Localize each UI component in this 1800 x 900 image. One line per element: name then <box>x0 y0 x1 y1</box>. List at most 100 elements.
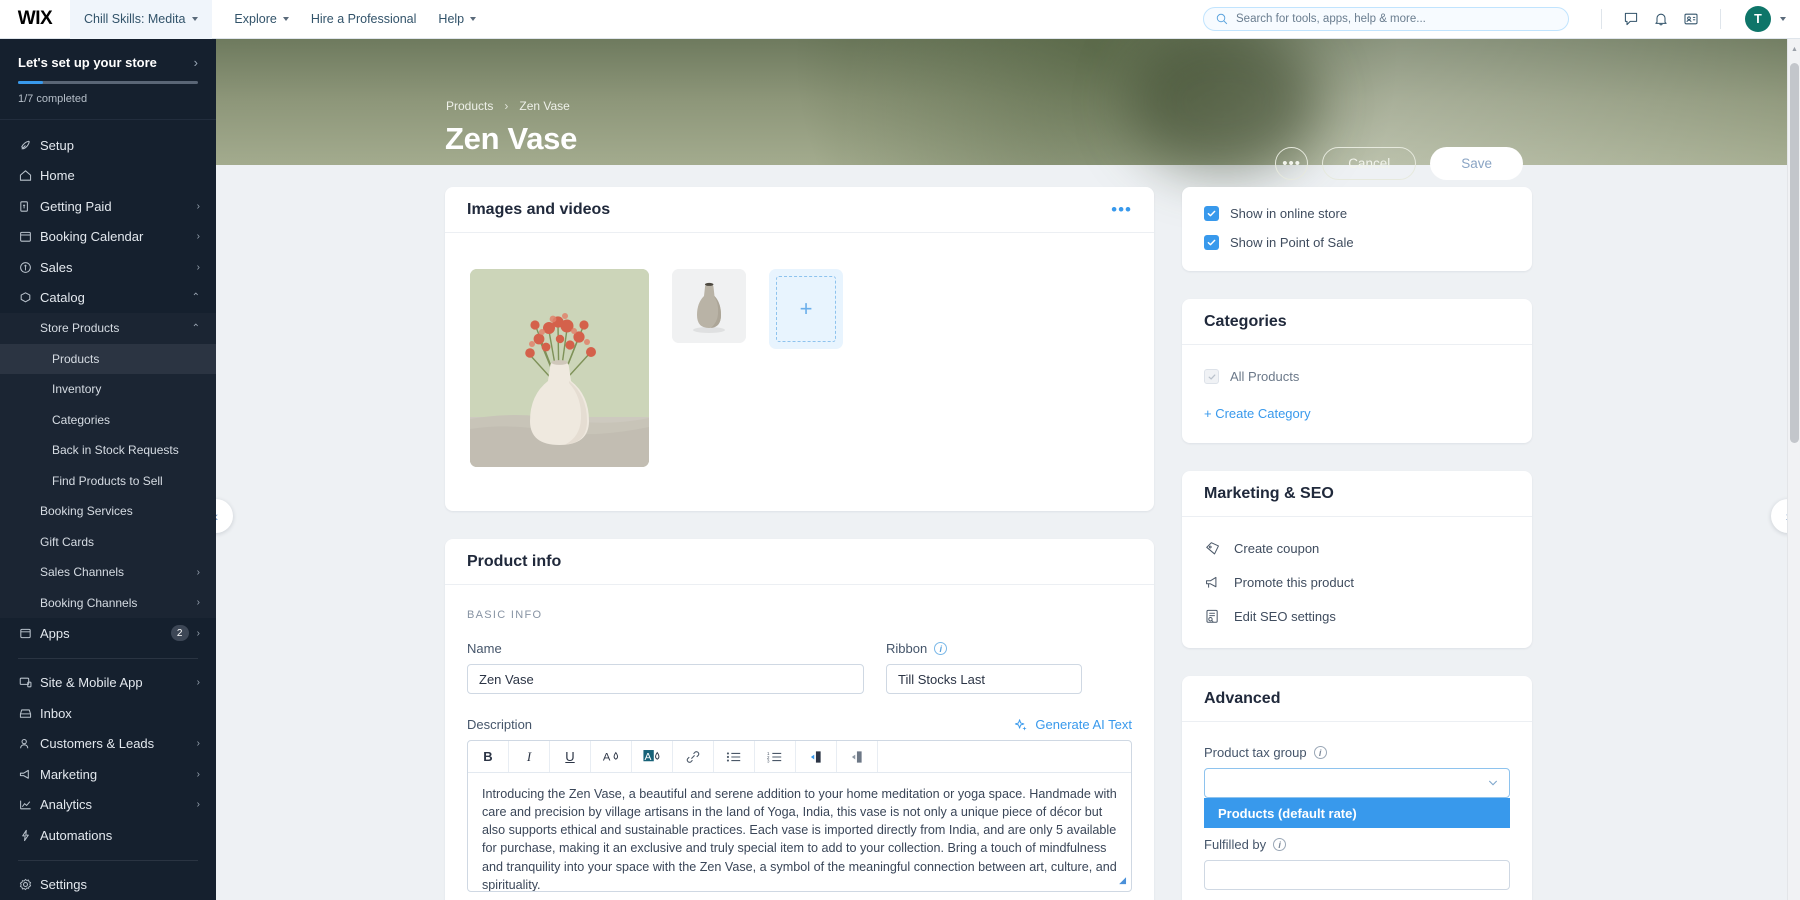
check-icon <box>1208 373 1215 380</box>
media-item-vase-with-flowers[interactable] <box>470 269 649 467</box>
sidebar-item-automations[interactable]: Automations <box>0 820 216 851</box>
edit-seo-settings-action[interactable]: Edit SEO settings <box>1204 608 1510 625</box>
align-left-icon[interactable] <box>796 741 837 772</box>
sidebar-item-getting-paid[interactable]: Getting Paid › <box>0 191 216 222</box>
sidebar-item-products[interactable]: Products <box>0 343 216 374</box>
sidebar-item-analytics[interactable]: Analytics › <box>0 790 216 821</box>
info-icon[interactable]: i <box>1273 838 1287 851</box>
sidebar-item-categories[interactable]: Categories <box>0 404 216 435</box>
fulfilled-by-label: Fulfilled by i <box>1204 837 1510 852</box>
sidebar-item-booking-services[interactable]: Booking Services <box>0 496 216 527</box>
create-coupon-action[interactable]: Create coupon <box>1204 540 1510 557</box>
next-product-button[interactable]: › <box>1771 499 1788 533</box>
setup-progress-block[interactable]: Let's set up your store › 1/7 completed <box>0 39 216 120</box>
sidebar-item-sales-channels[interactable]: Sales Channels › <box>0 557 216 588</box>
bullet-list-icon[interactable] <box>714 741 755 772</box>
media-row: + <box>467 255 1132 489</box>
highlight-color-icon[interactable]: A <box>632 741 673 772</box>
visibility-card: Show in online store Show in Point of Sa… <box>1182 187 1532 271</box>
sidebar-item-sales[interactable]: Sales › <box>0 252 216 283</box>
fulfilled-by-label-text: Fulfilled by <box>1204 837 1267 852</box>
sidebar-item-label: Back in Stock Requests <box>52 443 179 458</box>
sidebar-item-site-mobile-app[interactable]: Site & Mobile App › <box>0 668 216 699</box>
sidebar-item-find-products-to-sell[interactable]: Find Products to Sell <box>0 465 216 496</box>
show-in-online-store-row[interactable]: Show in online store <box>1204 206 1510 221</box>
bell-icon[interactable] <box>1646 4 1676 34</box>
vertical-scrollbar[interactable]: ▲ <box>1787 39 1800 900</box>
info-icon[interactable]: i <box>934 642 948 655</box>
create-category-button[interactable]: + Create Category <box>1204 406 1510 421</box>
link-icon[interactable] <box>673 741 714 772</box>
sidebar-item-home[interactable]: Home <box>0 161 216 192</box>
promote-product-action[interactable]: Promote this product <box>1204 574 1510 591</box>
category-all-products-row: All Products <box>1204 369 1510 384</box>
contacts-icon[interactable] <box>1676 4 1706 34</box>
advanced-title: Advanced <box>1204 689 1281 707</box>
chevron-down-icon[interactable] <box>1780 17 1786 21</box>
show-in-point-of-sale-checkbox[interactable] <box>1204 235 1219 250</box>
chat-icon[interactable] <box>1616 4 1646 34</box>
all-products-checkbox <box>1204 369 1219 384</box>
search-input[interactable]: Search for tools, apps, help & more... <box>1203 7 1569 31</box>
description-header: Description Generate AI Text <box>467 717 1132 732</box>
ribbon-input[interactable]: Till Stocks Last <box>886 664 1082 694</box>
catalog-icon <box>18 290 40 305</box>
sidebar-item-catalog[interactable]: Catalog ⌃ <box>0 283 216 314</box>
align-right-icon[interactable] <box>837 741 878 772</box>
breadcrumb-products-link[interactable]: Products <box>446 99 493 113</box>
sidebar-item-customers-leads[interactable]: Customers & Leads › <box>0 729 216 760</box>
sidebar-item-apps[interactable]: Apps 2 › <box>0 618 216 649</box>
info-icon[interactable]: i <box>1313 746 1327 759</box>
sidebar-item-settings[interactable]: Settings <box>0 870 216 900</box>
sidebar-item-booking-channels[interactable]: Booking Channels › <box>0 587 216 618</box>
bold-icon[interactable]: B <box>468 741 509 772</box>
scrollbar-thumb[interactable] <box>1790 63 1799 443</box>
product-tax-group-select[interactable] <box>1204 768 1510 798</box>
topnav-hire-a-professional[interactable]: Hire a Professional <box>311 12 417 26</box>
sidebar-item-gift-cards[interactable]: Gift Cards <box>0 526 216 557</box>
sidebar-item-booking-calendar[interactable]: Booking Calendar › <box>0 222 216 253</box>
topnav-explore[interactable]: Explore <box>234 12 289 26</box>
sidebar-item-inventory[interactable]: Inventory <box>0 374 216 405</box>
wix-logo[interactable]: WIX <box>0 8 70 30</box>
sidebar-item-setup[interactable]: Setup <box>0 130 216 161</box>
show-in-point-of-sale-row[interactable]: Show in Point of Sale <box>1204 235 1510 250</box>
search-icon <box>1216 13 1228 25</box>
cancel-button[interactable]: Cancel <box>1322 147 1417 180</box>
gear-icon <box>18 877 40 892</box>
advanced-body: Product tax group i Products (default ra… <box>1182 722 1532 900</box>
site-selector[interactable]: Chill Skills: Medita <box>70 0 213 39</box>
topnav-help-label: Help <box>438 12 465 26</box>
sidebar-item-label: Inbox <box>40 705 72 721</box>
sidebar-item-back-in-stock-requests[interactable]: Back in Stock Requests <box>0 435 216 466</box>
product-tax-group-option-products-default-rate[interactable]: Products (default rate) <box>1204 798 1510 828</box>
money-icon <box>18 199 40 214</box>
dollar-circle-icon <box>18 260 40 275</box>
media-item-vase-only[interactable] <box>672 269 746 343</box>
main-content: Products › Zen Vase Zen Vase ••• Cancel … <box>216 39 1788 900</box>
underline-icon[interactable]: U <box>550 741 591 772</box>
italic-icon[interactable]: I <box>509 741 550 772</box>
images-and-videos-card: Images and videos ••• + <box>445 187 1154 511</box>
previous-product-button[interactable]: ‹ <box>216 499 233 533</box>
sidebar-item-inbox[interactable]: Inbox <box>0 698 216 729</box>
sidebar-item-marketing[interactable]: Marketing › <box>0 759 216 790</box>
hero-actions: ••• Cancel Save <box>1275 147 1523 180</box>
save-button[interactable]: Save <box>1430 147 1523 180</box>
numbered-list-icon[interactable]: 1 2 3 <box>755 741 796 772</box>
avatar[interactable]: T <box>1745 6 1771 32</box>
resize-grip-icon[interactable]: ◢ <box>1119 874 1126 887</box>
sidebar-item-store-products[interactable]: Store Products ⌃ <box>0 313 216 344</box>
topnav-help[interactable]: Help <box>438 12 477 26</box>
text-color-icon[interactable]: A <box>591 741 632 772</box>
name-input[interactable]: Zen Vase <box>467 664 864 694</box>
show-in-online-store-checkbox[interactable] <box>1204 206 1219 221</box>
add-media-button[interactable]: + <box>769 269 843 349</box>
top-bar-right: Search for tools, apps, help & more... T <box>1203 4 1800 34</box>
generate-ai-text-button[interactable]: Generate AI Text <box>1014 717 1132 732</box>
scroll-up-icon[interactable]: ▲ <box>1788 42 1800 56</box>
description-textarea[interactable]: Introducing the Zen Vase, a beautiful an… <box>468 773 1131 891</box>
fulfilled-by-select[interactable] <box>1204 860 1510 890</box>
product-info-card: Product info BASIC INFO Name Zen Vase Ri… <box>445 539 1154 900</box>
more-actions-button[interactable]: ••• <box>1275 147 1309 180</box>
